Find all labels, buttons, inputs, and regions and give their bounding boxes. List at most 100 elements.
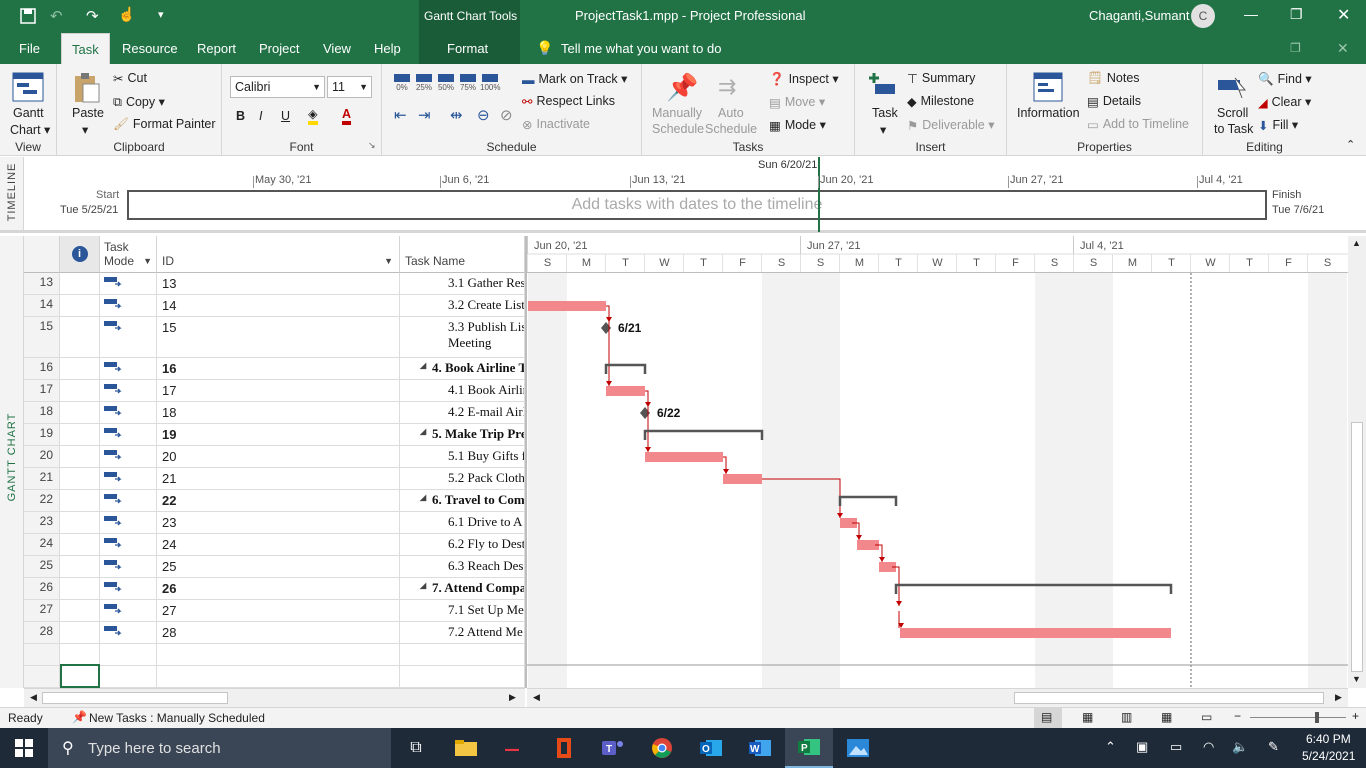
gantt-label[interactable]: Gantt <box>13 106 44 120</box>
task-mode-header[interactable]: Task Mode ▼ <box>100 236 157 273</box>
task-id-cell[interactable]: 14 <box>157 295 400 317</box>
zoom-out-icon[interactable]: − <box>1234 709 1241 723</box>
insert-task-button[interactable]: Task <box>872 106 898 120</box>
fill-button[interactable]: ⬇ Fill ▾ <box>1258 117 1298 133</box>
task-id-cell[interactable]: 15 <box>157 317 400 358</box>
task-mode-cell[interactable] <box>100 534 157 556</box>
row-number[interactable]: 28 <box>24 622 60 644</box>
add-to-timeline-button[interactable]: ▭ Add to Timeline <box>1087 117 1189 132</box>
paste-dropdown-icon[interactable]: ▾ <box>82 122 88 137</box>
task-name-cell[interactable]: 3.2 Create List <box>400 295 525 317</box>
copy-button[interactable]: ⧉ Copy ▾ <box>113 94 165 110</box>
information-button[interactable]: Information <box>1017 106 1080 120</box>
restore-icon[interactable]: ❐ <box>1290 6 1303 23</box>
project-icon[interactable]: P <box>785 728 833 768</box>
indicator-cell[interactable] <box>60 358 100 380</box>
collapse-triangle-icon[interactable]: ◢ <box>420 493 426 502</box>
percent-complete-2-button[interactable]: 50% <box>436 74 456 92</box>
cut-button[interactable]: ✂ Cut <box>113 71 147 86</box>
task-id-cell[interactable]: 28 <box>157 622 400 644</box>
indicator-cell[interactable] <box>60 512 100 534</box>
file-explorer-icon[interactable] <box>442 728 490 768</box>
link-tasks-icon[interactable]: ⊖ <box>477 106 490 124</box>
row-number[interactable]: 27 <box>24 600 60 622</box>
chart-label[interactable]: Chart ▾ <box>10 122 50 137</box>
task-mode-cell[interactable] <box>100 424 157 446</box>
indicator-cell[interactable] <box>60 317 100 358</box>
task-name-cell[interactable]: ◢ 4. Book Airline T <box>400 358 525 380</box>
split-task-icon[interactable]: ⇹ <box>450 106 463 124</box>
task-name-cell[interactable]: ◢ 6. Travel to Comp <box>400 490 525 512</box>
team-planner-icon[interactable]: ▥ <box>1121 710 1132 724</box>
collapse-ribbon-icon[interactable]: ⌃ <box>1346 138 1355 151</box>
task-name-cell[interactable]: 7.1 Set Up Me <box>400 600 525 622</box>
task-id-cell[interactable]: 22 <box>157 490 400 512</box>
zoom-in-icon[interactable]: + <box>1352 709 1359 723</box>
empty-cell[interactable] <box>60 644 100 666</box>
tab-file[interactable]: File <box>9 33 50 64</box>
zoom-thumb[interactable] <box>1315 712 1319 723</box>
undo-icon[interactable]: ↶ <box>50 7 63 25</box>
task-name-cell[interactable]: ◢ 7. Attend Compar <box>400 578 525 600</box>
task-name-header[interactable]: Task Name <box>400 236 525 273</box>
minimize-icon[interactable]: — <box>1244 6 1258 22</box>
row-number[interactable]: 26 <box>24 578 60 600</box>
task-mode-cell[interactable] <box>100 317 157 358</box>
task-view-icon[interactable]: ⧉ <box>392 728 440 768</box>
italic-button[interactable]: I <box>259 109 262 123</box>
office-icon[interactable] <box>540 728 588 768</box>
indicators-header[interactable]: i <box>60 236 100 273</box>
summary-button[interactable]: ⊤ Summary <box>907 71 975 86</box>
redo-icon[interactable]: ↷ <box>86 7 99 25</box>
id-header[interactable]: ID ▼ <box>157 236 400 273</box>
chart-horizontal-scrollbar[interactable]: ◀ ▶ <box>527 688 1348 707</box>
windows-start-icon[interactable] <box>0 728 48 768</box>
indicator-cell[interactable] <box>60 402 100 424</box>
task-mode-cell[interactable] <box>100 358 157 380</box>
vertical-scroll-thumb[interactable] <box>1351 422 1363 672</box>
task-id-cell[interactable]: 19 <box>157 424 400 446</box>
tell-me-input[interactable]: Tell me what you want to do <box>561 41 721 56</box>
save-icon[interactable] <box>20 8 36 24</box>
teams-icon[interactable]: T <box>589 728 637 768</box>
task-mode-cell[interactable] <box>100 273 157 295</box>
tab-project[interactable]: Project <box>249 33 309 64</box>
indicator-cell[interactable] <box>60 556 100 578</box>
photos-icon[interactable] <box>834 728 882 768</box>
report-view-icon[interactable]: ▭ <box>1201 710 1212 724</box>
timeline-bar[interactable]: Add tasks with dates to the timeline <box>127 190 1267 220</box>
details-button[interactable]: ▤ Details <box>1087 94 1141 109</box>
percent-complete-4-button[interactable]: 100% <box>480 74 500 92</box>
empty-cell[interactable] <box>24 644 60 666</box>
task-mode-cell[interactable] <box>100 380 157 402</box>
find-button[interactable]: 🔍 Find ▾ <box>1258 71 1312 87</box>
row-number[interactable]: 19 <box>24 424 60 446</box>
clock-date[interactable]: 5/24/2021 <box>1302 749 1355 763</box>
indicator-cell[interactable] <box>60 380 100 402</box>
task-name-cell[interactable]: 6.1 Drive to A <box>400 512 525 534</box>
tab-help[interactable]: Help <box>364 33 411 64</box>
row-number[interactable]: 16 <box>24 358 60 380</box>
indicator-cell[interactable] <box>60 622 100 644</box>
indicator-cell[interactable] <box>60 490 100 512</box>
zoom-slider[interactable] <box>1250 717 1346 718</box>
empty-cell[interactable] <box>400 644 525 666</box>
clock-time[interactable]: 6:40 PM <box>1306 732 1351 746</box>
percent-complete-3-button[interactable]: 75% <box>458 74 478 92</box>
row-number[interactable]: 23 <box>24 512 60 534</box>
task-name-cell[interactable]: 5.2 Pack Cloth <box>400 468 525 490</box>
unlink-tasks-icon[interactable]: ⊘ <box>500 106 513 124</box>
notes-button[interactable]: 🗒 Notes <box>1087 71 1140 86</box>
mode-button[interactable]: ▦ Mode ▾ <box>769 117 826 133</box>
font-family-select[interactable]: Calibri ▼ <box>230 76 325 98</box>
inactivate-button[interactable]: ⊗ Inactivate <box>522 117 590 132</box>
empty-cell[interactable] <box>100 644 157 666</box>
task-id-cell[interactable]: 18 <box>157 402 400 424</box>
task-mode-cell[interactable] <box>100 490 157 512</box>
sheet-scroll-thumb[interactable] <box>42 692 228 704</box>
font-color-icon[interactable]: A <box>342 107 352 125</box>
task-id-cell[interactable]: 17 <box>157 380 400 402</box>
outlook-icon[interactable]: O <box>687 728 735 768</box>
tab-view[interactable]: View <box>313 33 361 64</box>
empty-cell[interactable] <box>24 666 60 688</box>
